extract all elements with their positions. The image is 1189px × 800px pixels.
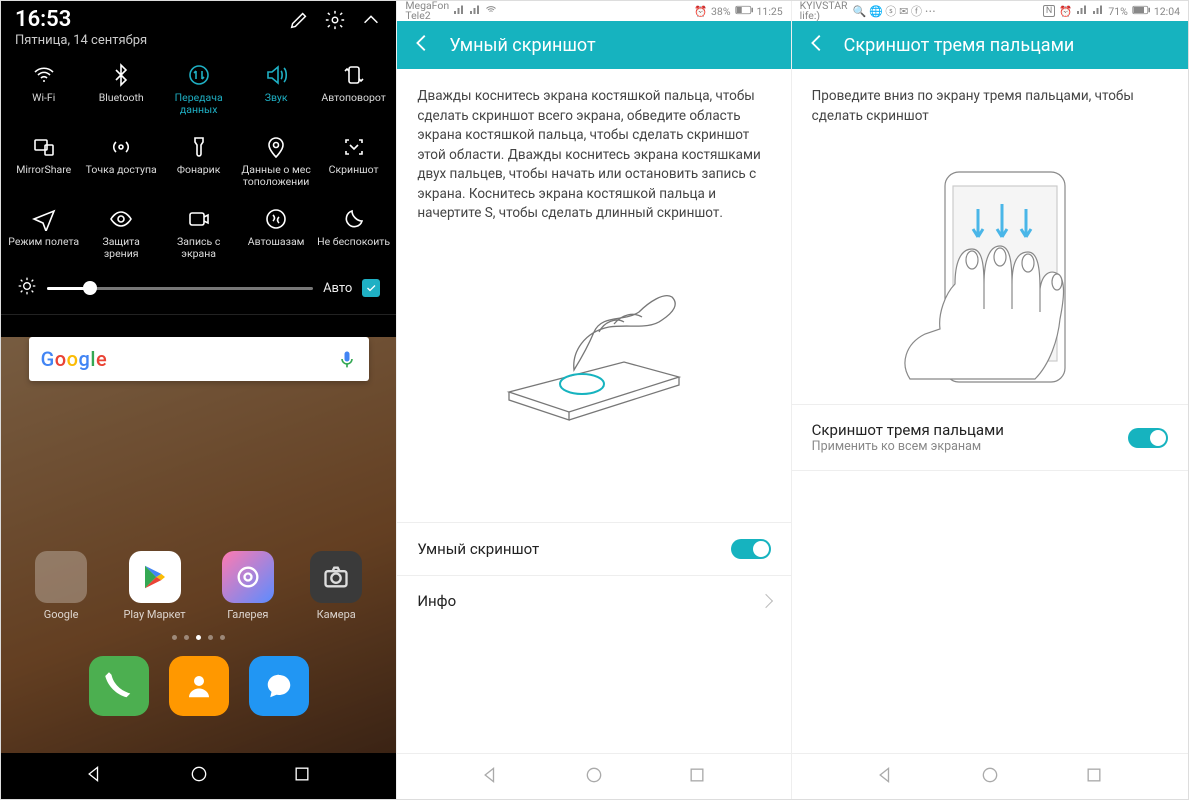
- status-bar: KYIVSTAR life:) 🔍 🌐 ⓢ ✉ ⓕ ⋯ N ⏰ 71% 12:0…: [792, 1, 1188, 21]
- nav-bar: [397, 753, 790, 799]
- nav-home[interactable]: [980, 765, 1000, 789]
- status-time: 11:25: [757, 5, 783, 18]
- auto-brightness-label: Авто: [323, 281, 352, 296]
- description-text: Дважды коснитесь экрана костяшкой пальца…: [417, 87, 770, 224]
- mic-icon[interactable]: [337, 349, 357, 369]
- battery-percent: 71%: [1108, 5, 1128, 18]
- tile-location[interactable]: Данные о мес тоположении: [237, 130, 314, 192]
- page-title: Скриншот тремя пальцами: [844, 35, 1075, 56]
- tile-mirrorshare[interactable]: MirrorShare: [5, 130, 82, 192]
- nfc-icon: N: [1043, 5, 1055, 17]
- tile-eyecare[interactable]: Защита зрения: [82, 202, 159, 264]
- signal-icon: [1076, 4, 1088, 19]
- brightness-row: Авто: [1, 270, 396, 315]
- toggle-smart-screenshot[interactable]: [731, 539, 771, 559]
- auto-brightness-checkbox[interactable]: [362, 279, 380, 297]
- dock-messages[interactable]: [249, 656, 309, 716]
- nav-home[interactable]: [189, 764, 209, 788]
- app-playmarket[interactable]: Play Маркет: [123, 551, 185, 621]
- signal-icon: [469, 4, 481, 19]
- quick-settings-panel: 16:53 Пятница, 14 сентября Wi-Fi Bluetoo…: [1, 1, 396, 799]
- header: Умный скриншот: [397, 21, 790, 69]
- tile-torch[interactable]: Фонарик: [160, 130, 237, 192]
- nav-recent[interactable]: [292, 764, 312, 788]
- row-info[interactable]: Инфо: [397, 575, 790, 626]
- app-camera[interactable]: Камера: [310, 551, 362, 621]
- tile-shazam[interactable]: Автошазам: [237, 202, 314, 264]
- tile-wifi[interactable]: Wi-Fi: [5, 58, 82, 120]
- nav-bar: [792, 753, 1188, 799]
- signal-icon: [453, 4, 465, 19]
- tile-screenrec[interactable]: Запись с экрана: [160, 202, 237, 264]
- status-bar: MegaFon Tele2 ⏰ 38% 11:25: [397, 1, 790, 21]
- nav-back[interactable]: [85, 764, 105, 788]
- wifi-icon: [485, 4, 497, 19]
- google-logo: Google: [41, 347, 108, 371]
- page-title: Умный скриншот: [449, 35, 595, 56]
- tile-screenshot[interactable]: Скриншот: [315, 130, 392, 192]
- dock-contacts[interactable]: [169, 656, 229, 716]
- row-title: Скриншот тремя пальцами: [812, 421, 1004, 439]
- three-finger-screen: KYIVSTAR life:) 🔍 🌐 ⓢ ✉ ⓕ ⋯ N ⏰ 71% 12:0…: [792, 1, 1188, 799]
- battery-icon: [735, 5, 753, 18]
- header: Скриншот тремя пальцами: [792, 21, 1188, 69]
- back-icon[interactable]: [411, 32, 433, 59]
- nav-back[interactable]: [481, 765, 501, 789]
- tile-data[interactable]: Передача данных: [160, 58, 237, 120]
- clock: 16:53: [15, 9, 147, 31]
- dock: [1, 656, 396, 716]
- description-text: Проведите вниз по экрану тремя пальцами,…: [812, 87, 1168, 126]
- nav-recent[interactable]: [687, 765, 707, 789]
- brightness-icon: [17, 276, 37, 300]
- edit-icon[interactable]: [288, 9, 310, 35]
- battery-icon: [1132, 5, 1150, 18]
- carrier-2: life:): [800, 11, 848, 22]
- brightness-slider[interactable]: [47, 287, 313, 290]
- app-google-folder[interactable]: Google: [35, 551, 87, 621]
- row-subtitle: Применить ко всем экранам: [812, 439, 1004, 454]
- back-icon[interactable]: [806, 32, 828, 59]
- nav-recent[interactable]: [1084, 765, 1104, 789]
- gear-icon[interactable]: [324, 9, 346, 35]
- quick-settings-grid: Wi-Fi Bluetooth Передача данных Звук Авт…: [1, 50, 396, 270]
- status-time: 12:04: [1154, 5, 1180, 18]
- smart-screenshot-screen: MegaFon Tele2 ⏰ 38% 11:25 Умный скриншот…: [396, 1, 791, 799]
- alarm-icon: ⏰: [694, 5, 707, 18]
- tile-autorotate[interactable]: Автоповорот: [315, 58, 392, 120]
- chevron-right-icon: [759, 594, 773, 608]
- knuckle-illustration: [397, 242, 790, 442]
- app-gallery[interactable]: Галерея: [222, 551, 274, 621]
- row-three-finger[interactable]: Скриншот тремя пальцами Применить ко все…: [792, 404, 1188, 471]
- collapse-icon[interactable]: [360, 9, 382, 35]
- toggle-three-finger[interactable]: [1128, 428, 1168, 448]
- tile-sound[interactable]: Звук: [237, 58, 314, 120]
- home-screen: Google Google Play Маркет Галерея Камера: [1, 337, 396, 799]
- tile-bluetooth[interactable]: Bluetooth: [82, 58, 159, 120]
- dock-phone[interactable]: [89, 656, 149, 716]
- tile-dnd[interactable]: Не беспокоить: [315, 202, 392, 264]
- status-icons: 🔍 🌐 ⓢ ✉ ⓕ ⋯: [853, 3, 936, 19]
- alarm-icon: ⏰: [1059, 5, 1072, 18]
- google-search-bar[interactable]: Google: [29, 337, 369, 381]
- carrier-2: Tele2: [405, 11, 449, 22]
- tile-hotspot[interactable]: Точка доступа: [82, 130, 159, 192]
- date-label: Пятница, 14 сентября: [15, 33, 147, 48]
- row-smart-screenshot[interactable]: Умный скриншот: [397, 522, 790, 575]
- battery-percent: 38%: [711, 5, 731, 18]
- nav-back[interactable]: [876, 765, 896, 789]
- tile-airplane[interactable]: Режим полета: [5, 202, 82, 264]
- three-finger-illustration: [792, 144, 1188, 404]
- nav-home[interactable]: [584, 765, 604, 789]
- signal-icon: [1092, 4, 1104, 19]
- page-indicator: [1, 635, 396, 640]
- nav-bar: [1, 753, 396, 799]
